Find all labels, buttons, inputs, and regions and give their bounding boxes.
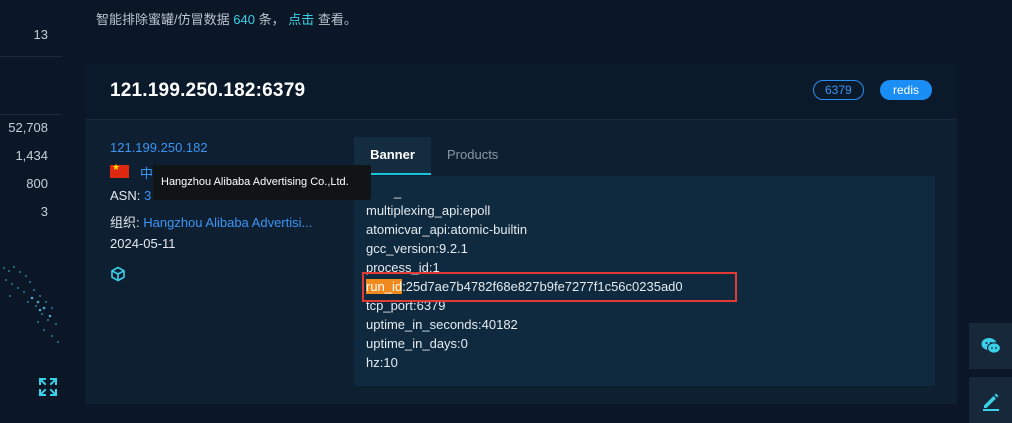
stats-sidebar: 13 52,708 1,434 800 3 (0, 0, 62, 423)
world-map-graphic (3, 266, 59, 343)
card-title[interactable]: 121.199.250.182:6379 (110, 80, 305, 102)
notice-count: 640 (233, 12, 255, 27)
edit-icon (983, 393, 999, 411)
result-card: 121.199.250.182:6379 6379 redis 121.199.… (85, 64, 957, 404)
card-header: 121.199.250.182:6379 6379 redis (85, 64, 957, 120)
cube-icon[interactable] (110, 266, 126, 282)
honeypot-notice: 智能排除蜜罐/仿冒数据 640 条， 点击 查看。 (96, 9, 357, 28)
stat-value: 800 (26, 176, 48, 191)
wechat-button[interactable] (969, 323, 1012, 369)
stat-value: 13 (33, 27, 48, 42)
tooltip-text: Hangzhou Alibaba Advertising Co.,Ltd. (161, 176, 349, 188)
banner-line: _ (394, 184, 402, 199)
divider (0, 56, 62, 57)
stat-value: 1,434 (15, 148, 48, 163)
org-tooltip: Hangzhou Alibaba Advertising Co.,Ltd. (153, 165, 371, 200)
china-flag-icon: ★ (110, 162, 129, 178)
stat-value: 3 (40, 204, 48, 219)
banner-line: atomicvar_api:atomic-builtin (366, 222, 528, 237)
update-date: 2024-05-11 (110, 236, 176, 251)
feedback-button[interactable] (969, 377, 1012, 423)
divider (0, 114, 62, 115)
asn-label: ASN: (110, 188, 141, 203)
org-row: 组织: Hangzhou Alibaba Advertisi... (110, 212, 312, 231)
banner-line: gcc_version:9.2.1 (366, 241, 468, 256)
country-link[interactable]: 中 (140, 163, 153, 182)
asn-link[interactable]: 3 (144, 188, 151, 203)
banner-line: uptime_in_seconds:40182 (366, 317, 518, 332)
notice-view-link[interactable]: 点击 (288, 12, 314, 27)
ip-link[interactable]: 121.199.250.182 (110, 140, 208, 155)
notice-prefix: 智能排除蜜罐/仿冒数据 (96, 12, 230, 27)
asn-row: ASN: 3 (110, 188, 151, 203)
expand-icon[interactable] (38, 377, 58, 397)
tab-products[interactable]: Products (447, 137, 498, 175)
port-tag[interactable]: 6379 (813, 80, 864, 100)
banner-line: multiplexing_api:epoll (366, 203, 491, 218)
banner-line: hz:10 (366, 355, 398, 370)
notice-suffix: 查看。 (317, 12, 357, 27)
org-link[interactable]: Hangzhou Alibaba Advertisi... (143, 215, 312, 230)
service-tag[interactable]: redis (880, 80, 933, 100)
annotation-box (362, 272, 737, 302)
stat-value: 52,708 (8, 120, 48, 135)
banner-line: uptime_in_days:0 (366, 336, 468, 351)
wechat-icon (981, 338, 1001, 354)
notice-middle: 条， (258, 12, 285, 27)
org-label: 组织: (110, 215, 140, 230)
